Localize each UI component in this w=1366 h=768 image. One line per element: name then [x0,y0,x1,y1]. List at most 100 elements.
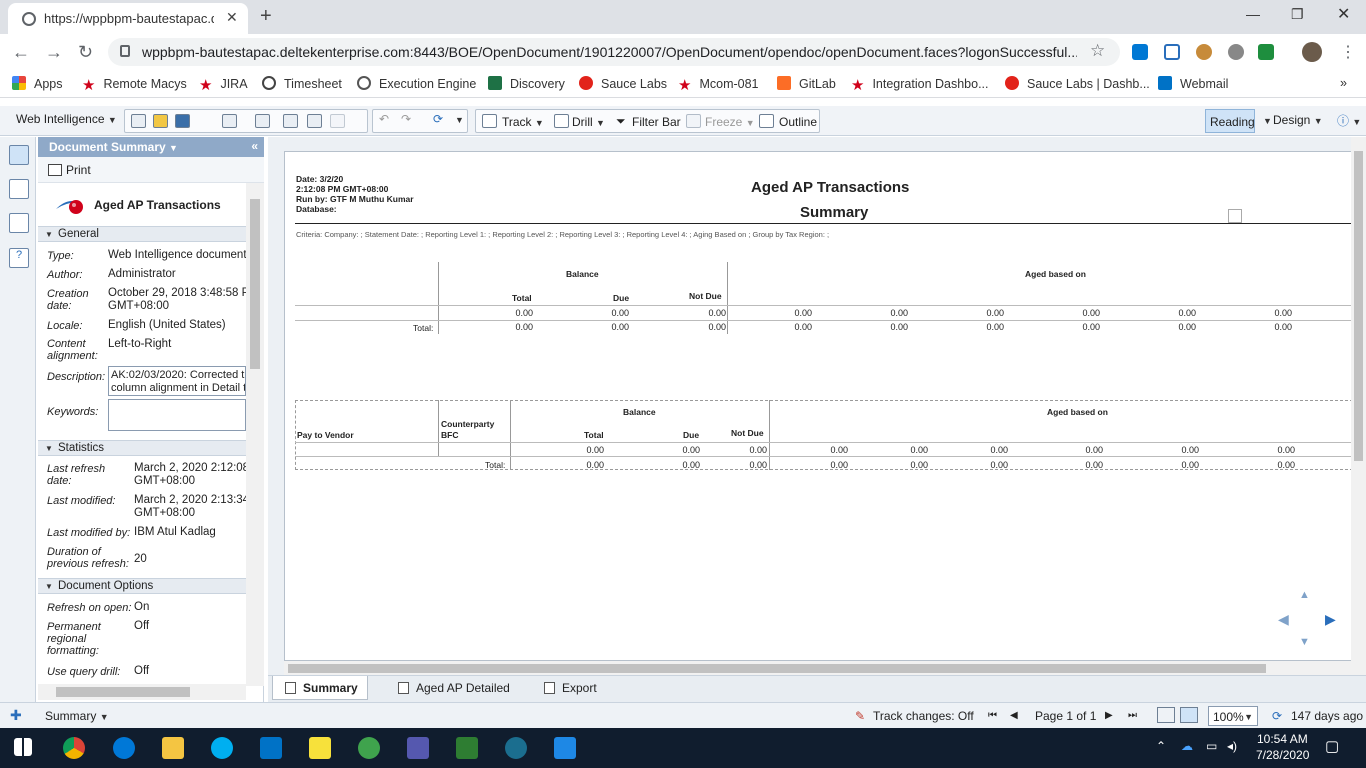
keywords-field[interactable] [108,399,246,431]
sheets-extension-icon[interactable] [1258,44,1274,60]
document-options-section-header[interactable]: ▼ Document Options [38,578,246,594]
bookmark-gitlab[interactable]: GitLab [777,76,836,91]
page-indicator[interactable]: Page 1 of 1 [1035,709,1096,723]
outline-button[interactable]: Outline [779,115,817,129]
windows-extension-icon[interactable] [1132,44,1148,60]
save-icon[interactable] [175,114,190,128]
quick-display-mode-icon[interactable] [1180,707,1198,723]
open-folder-icon[interactable] [153,114,168,128]
page-right-arrow-icon[interactable]: ▶ [1325,611,1336,628]
find-icon[interactable] [255,114,270,128]
tray-expand-icon[interactable]: ⌃ [1156,739,1166,753]
notifications-icon[interactable]: ▢ [1325,737,1339,755]
chrome-icon[interactable] [63,737,85,759]
app-icon[interactable] [358,737,380,759]
sticky-notes-icon[interactable] [309,737,331,759]
tab-aged-ap-detailed[interactable]: Aged AP Detailed [386,676,526,700]
close-tab-icon[interactable]: ✕ [226,9,238,26]
filter-bar-button[interactable]: Filter Bar [632,115,681,129]
avatar[interactable] [1302,42,1322,62]
back-icon[interactable]: ← [12,42,30,63]
new-document-icon[interactable] [131,114,146,128]
page-mode-icon[interactable] [1157,707,1175,723]
extension-icon[interactable] [1164,44,1180,60]
web-intelligence-menu[interactable]: Web Intelligence ▼ [16,112,117,126]
bookmark-mcom-081[interactable]: ★ Mcom-081 [678,76,759,94]
volume-icon[interactable]: ◂) [1227,739,1237,753]
report-horizontal-scrollbar[interactable] [284,661,1351,675]
new-tab-button[interactable]: + [260,5,272,28]
forward-icon[interactable]: → [45,42,63,63]
bookmark-star-icon[interactable]: ☆ [1090,41,1105,61]
sheets-icon[interactable] [456,737,478,759]
menu-icon[interactable]: ⋮ [1340,42,1356,62]
view-selector[interactable]: Summary ▼ [45,709,109,723]
bookmark-apps[interactable]: Apps [12,76,63,91]
design-mode-button[interactable]: Design ▼ [1273,113,1323,127]
export-icon[interactable] [307,114,322,128]
collapse-panel-icon[interactable]: « [251,139,258,153]
history-icon[interactable] [283,114,298,128]
track-changes-status[interactable]: Track changes: Off [873,709,974,723]
close-window-icon[interactable]: ✕ [1337,4,1350,24]
more-bookmarks-icon[interactable]: » [1340,76,1347,90]
statistics-section-header[interactable]: ▼ Statistics [38,440,246,456]
teams-icon[interactable] [407,737,429,759]
skype-icon[interactable] [211,737,233,759]
reading-dropdown-icon[interactable]: ▼ [1263,113,1272,127]
maximize-icon[interactable]: ❐ [1291,6,1304,23]
track-button[interactable]: Track ▼ [502,115,544,129]
file-explorer-icon[interactable] [162,737,184,759]
bookmark-integration-dashboard[interactable]: ★ Integration Dashbo... [851,76,989,94]
extension-icon[interactable] [1228,44,1244,60]
report-vertical-scrollbar[interactable] [1351,137,1366,682]
onedrive-icon[interactable]: ☁ [1181,739,1193,753]
browser-tab[interactable]: https://wppbpm-bautestapac.delt ✕ [8,3,248,34]
bookmark-discovery[interactable]: Discovery [488,76,565,91]
first-page-icon[interactable]: ⏮ [988,710,997,721]
refresh-dropdown-icon[interactable]: ▼ [455,115,464,125]
bookmark-webmail[interactable]: Webmail [1158,76,1228,91]
previous-page-icon[interactable]: ◀ [1010,710,1018,721]
outlook-icon[interactable] [260,737,282,759]
app-icon[interactable] [505,737,527,759]
windows-start-icon[interactable] [14,738,32,756]
last-page-icon[interactable]: ⏭ [1128,710,1137,721]
dm-app-icon[interactable] [554,737,576,759]
edge-icon[interactable] [113,737,135,759]
description-field[interactable]: AK:02/03/2020: Corrected t column alignm… [108,366,246,396]
bookmark-sauce-labs-dashboard[interactable]: Sauce Labs | Dashb... [1005,76,1150,91]
clock-date[interactable]: 7/28/2020 [1256,748,1309,762]
print-button[interactable]: Print [38,157,264,183]
omnibox[interactable]: wppbpm-bautestapac.deltekenterprise.com:… [108,38,1120,66]
next-page-icon[interactable]: ▶ [1105,710,1113,721]
panel-header[interactable]: Document Summary ▼ « [38,137,264,157]
reading-mode-button[interactable]: Reading [1205,109,1255,133]
panel-horizontal-scrollbar[interactable] [38,684,246,700]
bookmark-execution-engine[interactable]: Execution Engine [357,76,476,91]
tab-summary[interactable]: Summary [272,676,368,700]
tab-export[interactable]: Export [532,676,622,700]
reload-icon[interactable]: ↻ [78,42,93,63]
document-summary-icon[interactable] [9,145,29,165]
clock-time[interactable]: 10:54 AM [1257,732,1308,746]
refresh-icon[interactable]: ⟳ [433,112,443,126]
help-icon[interactable]: ? [9,248,29,268]
battery-icon[interactable]: ▭ [1206,739,1217,753]
general-section-header[interactable]: ▼ General [38,226,246,242]
drill-button[interactable]: Drill ▼ [572,115,605,129]
page-left-arrow-icon[interactable]: ◀ [1278,611,1289,628]
minimize-icon[interactable]: — [1246,6,1260,22]
cookie-extension-icon[interactable] [1196,44,1212,60]
input-controls-icon[interactable] [9,213,29,233]
panel-vertical-scrollbar[interactable] [246,183,264,686]
page-up-arrow-icon[interactable]: ▲ [1299,589,1310,601]
help-icon[interactable]: ⓘ ▼ [1337,112,1361,129]
print-icon[interactable] [222,114,237,128]
zoom-select[interactable]: 100% ▼ [1208,706,1258,726]
bookmark-timesheet[interactable]: Timesheet [262,76,342,91]
navigation-map-icon[interactable] [9,179,29,199]
bookmark-sauce-labs[interactable]: Sauce Labs [579,76,667,91]
bookmark-remote-macys[interactable]: ★ Remote Macys [82,76,187,94]
page-down-arrow-icon[interactable]: ▼ [1299,636,1310,648]
